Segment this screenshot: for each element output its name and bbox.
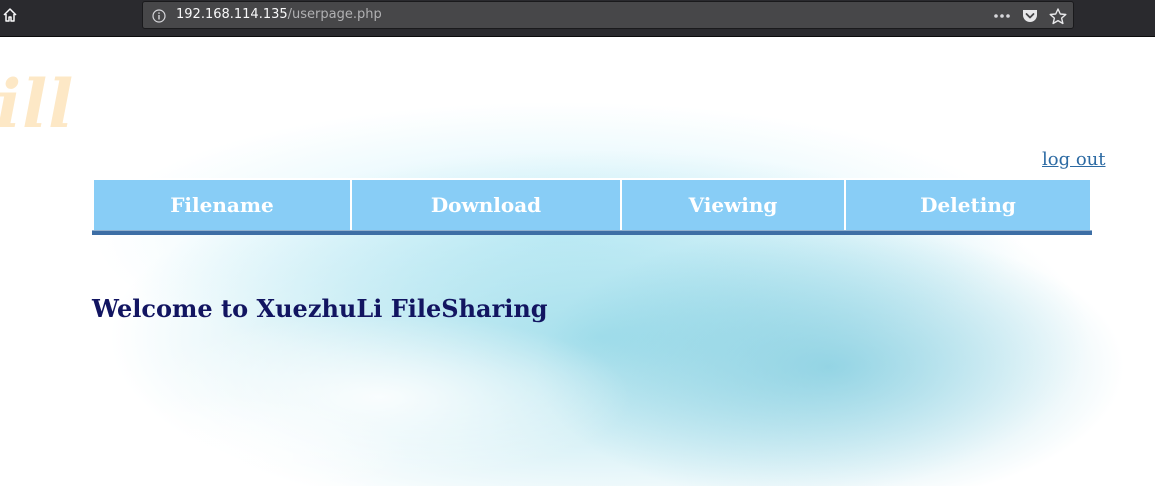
logout-link[interactable]: log out bbox=[1042, 149, 1106, 171]
welcome-heading: Welcome to XuezhuLi FileSharing bbox=[92, 294, 548, 323]
site-logo-fragment: ill bbox=[0, 65, 75, 143]
sky-background bbox=[0, 37, 1155, 486]
menu-underline bbox=[92, 230, 1092, 235]
menu-download[interactable]: Download bbox=[350, 178, 622, 232]
menu-viewing[interactable]: Viewing bbox=[620, 178, 846, 232]
info-icon[interactable] bbox=[152, 8, 166, 23]
browser-toolbar: 192.168.114.135/userpage.php bbox=[0, 0, 1155, 37]
url-actions bbox=[993, 6, 1067, 26]
home-icon[interactable] bbox=[0, 5, 20, 25]
page-content: ill log out Filename Download Viewing De… bbox=[0, 37, 1155, 486]
menu-deleting[interactable]: Deleting bbox=[844, 178, 1092, 232]
pocket-icon[interactable] bbox=[1021, 7, 1039, 25]
url-host: 192.168.114.135 bbox=[176, 7, 288, 22]
address-bar[interactable]: 192.168.114.135/userpage.php bbox=[142, 1, 1074, 29]
url-text[interactable]: 192.168.114.135/userpage.php bbox=[176, 7, 382, 23]
more-icon[interactable] bbox=[993, 7, 1011, 25]
star-icon[interactable] bbox=[1049, 7, 1067, 25]
menu-row: Filename Download Viewing Deleting bbox=[92, 178, 1092, 232]
menu-table: Filename Download Viewing Deleting bbox=[92, 178, 1092, 232]
menu-filename[interactable]: Filename bbox=[92, 178, 352, 232]
url-path: /userpage.php bbox=[287, 7, 382, 22]
